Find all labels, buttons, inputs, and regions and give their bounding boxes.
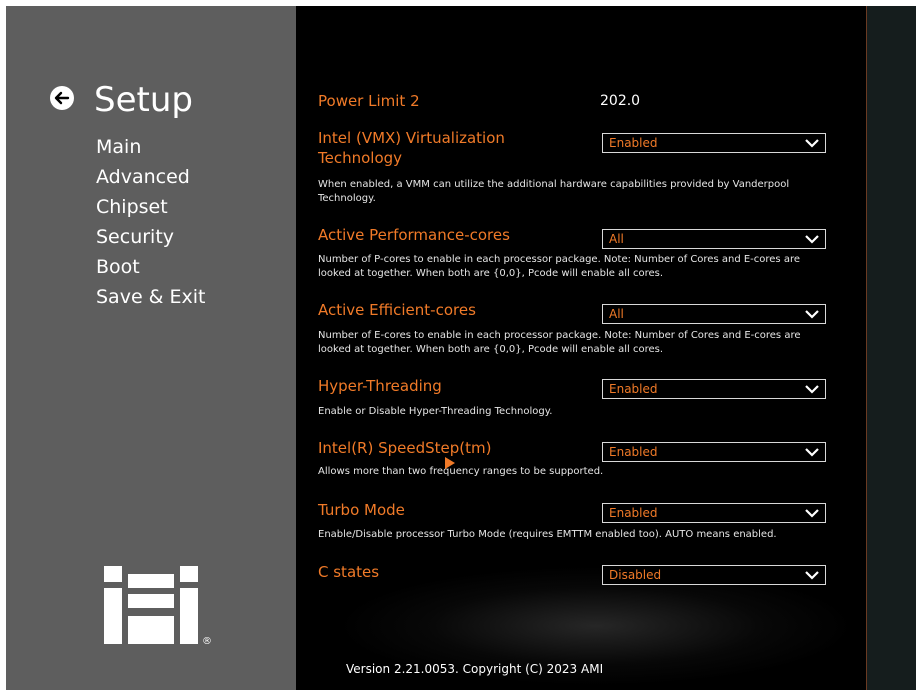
- turbo-mode-description: Enable/Disable processor Turbo Mode (req…: [318, 529, 777, 540]
- dropdown-value: Enabled: [609, 382, 658, 396]
- page-title: Setup: [94, 80, 193, 120]
- label-line-2: Technology: [318, 149, 403, 167]
- chevron-down-icon: [805, 310, 819, 319]
- chevron-down-icon: [805, 448, 819, 457]
- chevron-down-icon: [805, 571, 819, 580]
- p-cores-description: Number of P-cores to enable in each proc…: [318, 253, 818, 281]
- p-cores-dropdown[interactable]: All: [602, 229, 826, 249]
- setting-label: C states: [318, 563, 380, 581]
- mouse-cursor-icon: [445, 457, 455, 469]
- sidebar-item-main[interactable]: Main: [96, 132, 206, 162]
- chevron-down-icon: [805, 509, 819, 518]
- right-panel: [866, 6, 916, 690]
- setting-label: Intel(R) SpeedStep(tm): [318, 439, 492, 457]
- setting-value: 202.0: [600, 93, 641, 109]
- bios-window: Setup Main Advanced Chipset Security Boo…: [6, 6, 916, 690]
- dropdown-value: All: [609, 232, 624, 246]
- hyper-threading-dropdown[interactable]: Enabled: [602, 379, 826, 399]
- setting-label: Active Performance-cores: [318, 226, 510, 244]
- registered-mark: ®: [202, 636, 212, 646]
- vmx-dropdown[interactable]: Enabled: [602, 133, 826, 153]
- sidebar-nav: Main Advanced Chipset Security Boot Save…: [96, 132, 206, 312]
- sidebar: Setup Main Advanced Chipset Security Boo…: [6, 6, 296, 690]
- back-arrow-icon[interactable]: [50, 86, 74, 110]
- chevron-down-icon: [805, 139, 819, 148]
- desc-line-2: Technology.: [318, 193, 376, 204]
- e-cores-dropdown[interactable]: All: [602, 304, 826, 324]
- desc-line-1: Number of P-cores to enable in each proc…: [318, 254, 800, 265]
- speedstep-description: Allows more than two frequency ranges to…: [318, 466, 604, 477]
- dropdown-value: Enabled: [609, 445, 658, 459]
- settings-panel: Power Limit 2 202.0 Intel (VMX) Virtuali…: [296, 6, 866, 690]
- c-states-dropdown[interactable]: Disabled: [602, 565, 826, 585]
- setting-label: Hyper-Threading: [318, 377, 442, 395]
- iei-logo: ®: [104, 566, 212, 646]
- sidebar-item-boot[interactable]: Boot: [96, 252, 206, 282]
- dropdown-value: All: [609, 307, 624, 321]
- desc-line-1: When enabled, a VMM can utilize the addi…: [318, 179, 790, 190]
- desc-line-1: Number of E-cores to enable in each proc…: [318, 330, 801, 341]
- e-cores-description: Number of E-cores to enable in each proc…: [318, 329, 818, 357]
- dropdown-value: Enabled: [609, 136, 658, 150]
- sidebar-item-save-exit[interactable]: Save & Exit: [96, 282, 206, 312]
- setting-label: Intel (VMX) Virtualization Technology: [318, 128, 505, 168]
- setting-label: Active Efficient-cores: [318, 301, 476, 319]
- desc-line-2: looked at together. When both are {0,0},…: [318, 268, 663, 279]
- label-line-1: Intel (VMX) Virtualization: [318, 129, 505, 147]
- sidebar-item-security[interactable]: Security: [96, 222, 206, 252]
- speedstep-dropdown[interactable]: Enabled: [602, 442, 826, 462]
- dropdown-value: Enabled: [609, 506, 658, 520]
- dropdown-value: Disabled: [609, 568, 662, 582]
- setting-label: Turbo Mode: [318, 501, 405, 519]
- setting-label: Power Limit 2: [318, 92, 420, 110]
- turbo-mode-dropdown[interactable]: Enabled: [602, 503, 826, 523]
- version-text: Version 2.21.0053. Copyright (C) 2023 AM…: [346, 662, 604, 676]
- hyper-threading-description: Enable or Disable Hyper-Threading Techno…: [318, 406, 553, 417]
- sidebar-item-chipset[interactable]: Chipset: [96, 192, 206, 222]
- vmx-description: When enabled, a VMM can utilize the addi…: [318, 178, 818, 206]
- sidebar-item-advanced[interactable]: Advanced: [96, 162, 206, 192]
- desc-line-2: looked at together. When both are {0,0},…: [318, 344, 663, 355]
- chevron-down-icon: [805, 385, 819, 394]
- chevron-down-icon: [805, 235, 819, 244]
